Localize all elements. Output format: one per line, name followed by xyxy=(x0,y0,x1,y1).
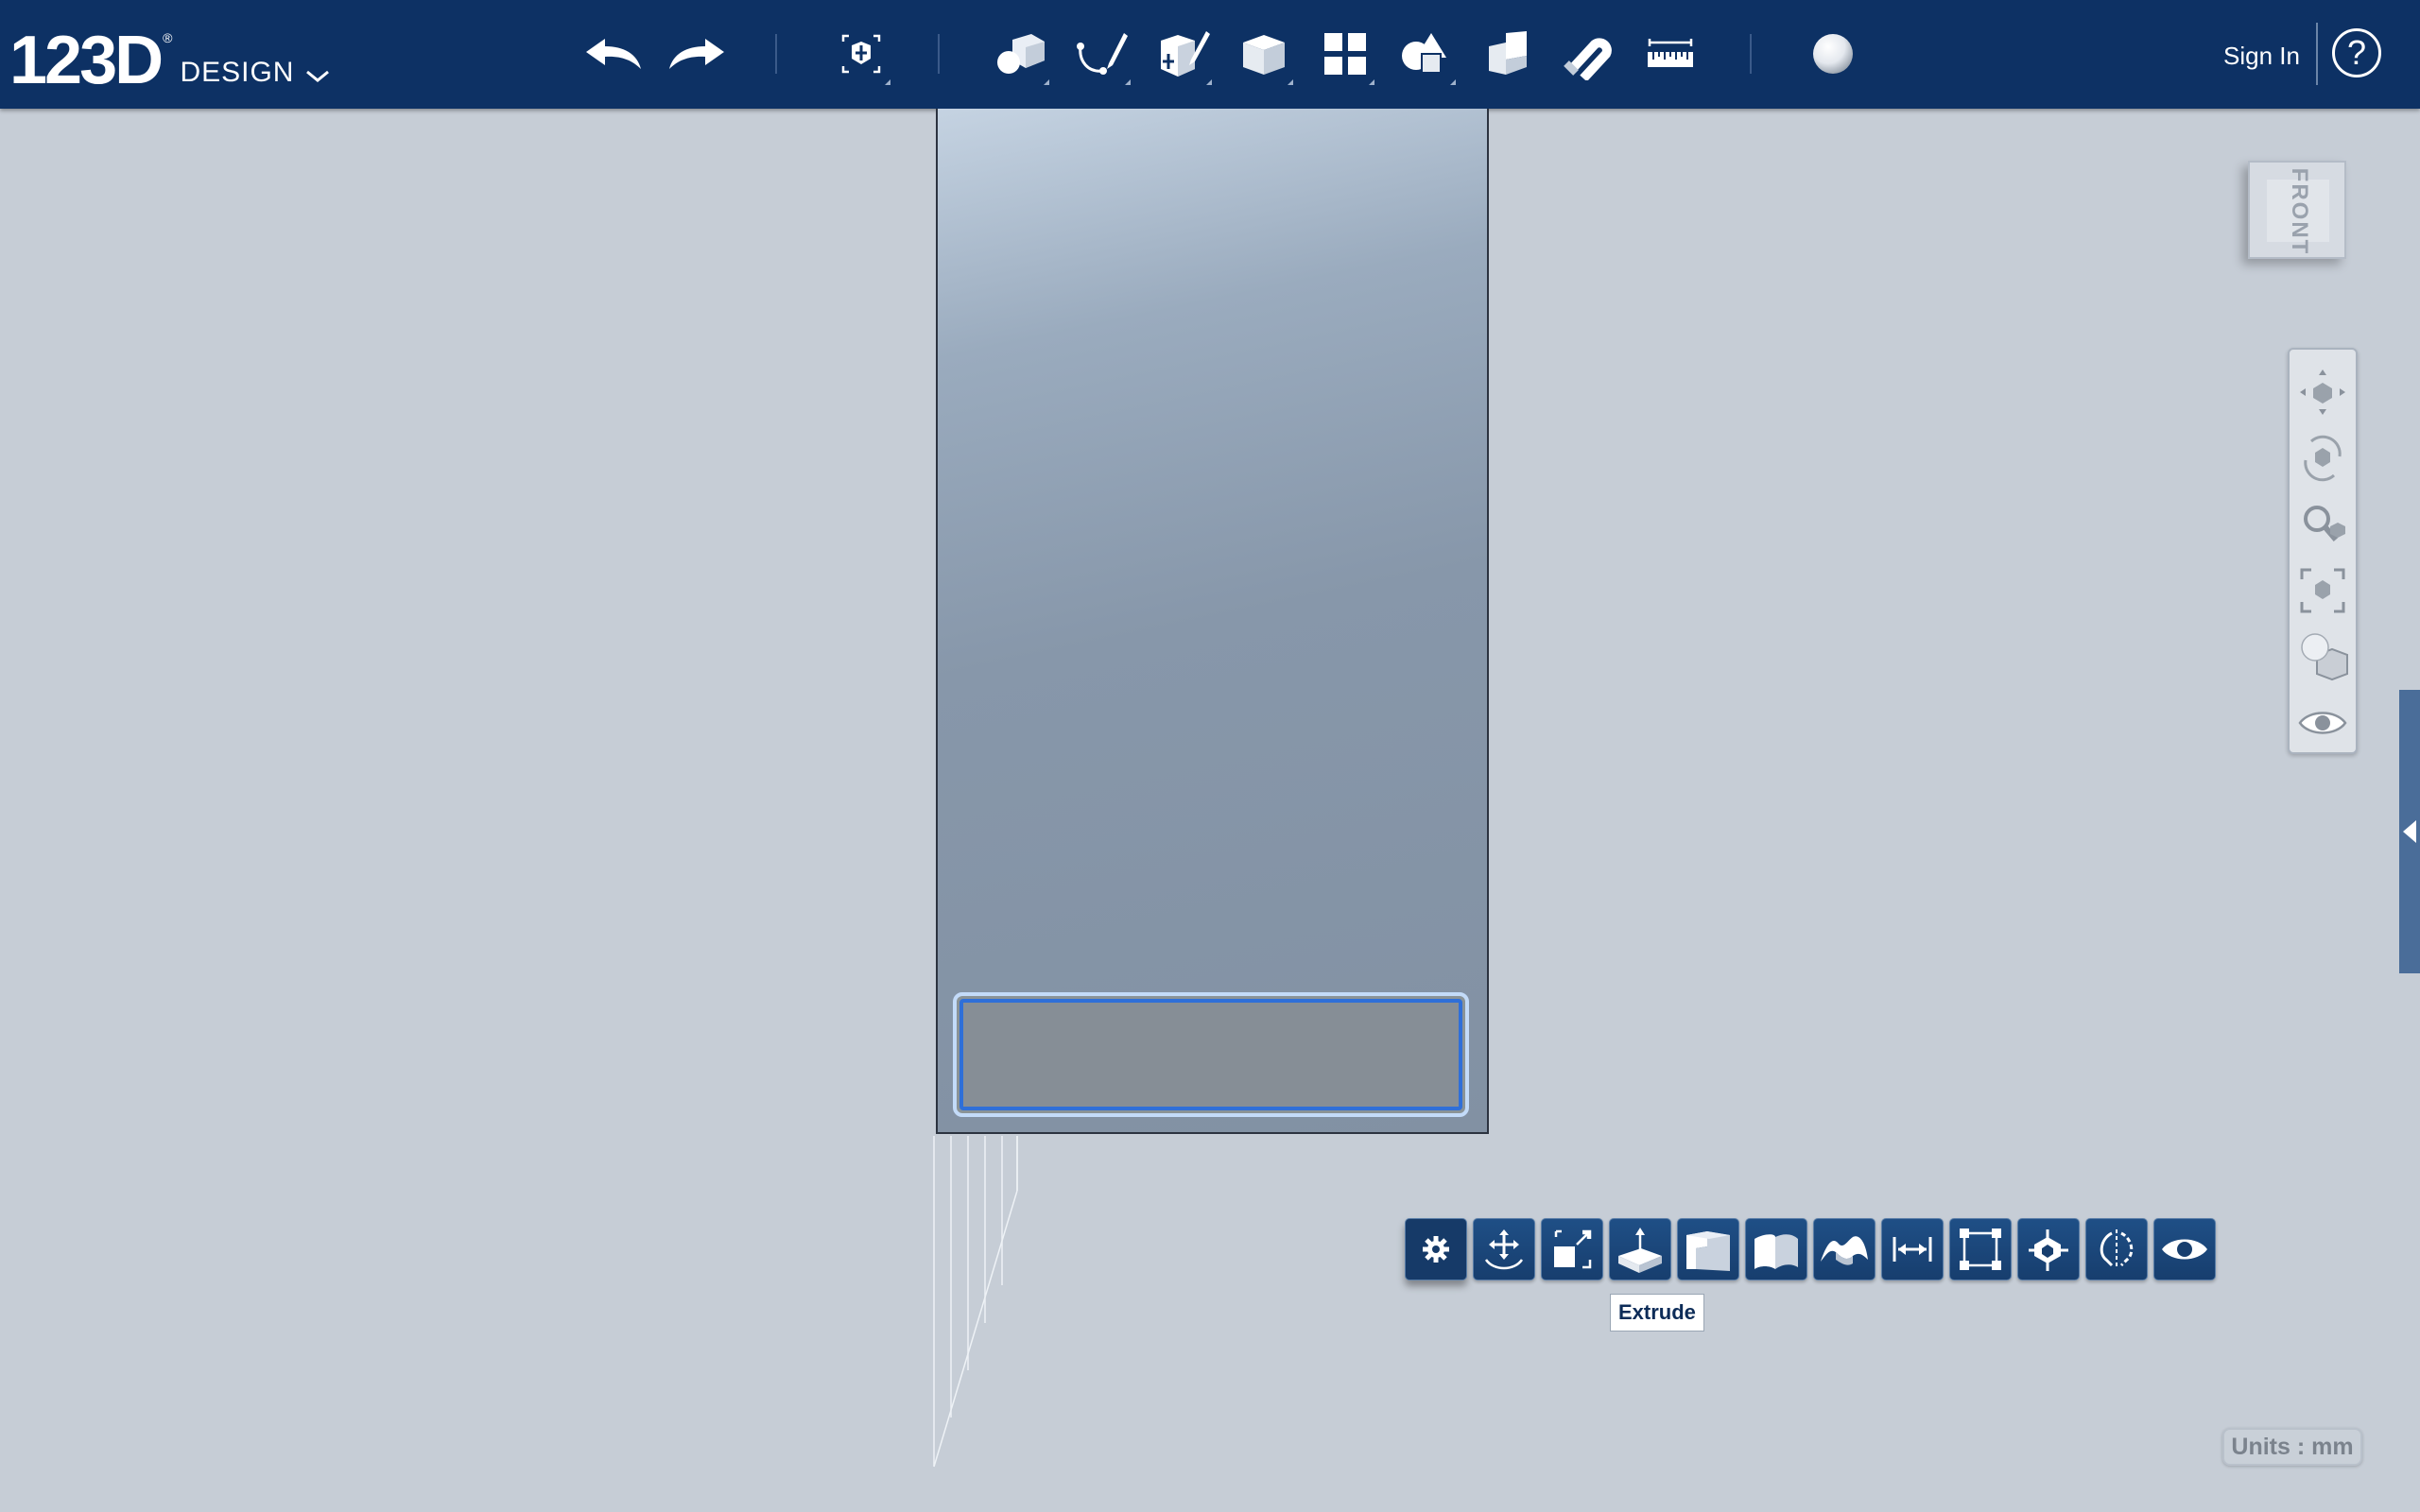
view-cube-label: FRONT xyxy=(2287,167,2312,256)
construct-icon xyxy=(1161,31,1210,77)
zoom-button[interactable] xyxy=(2293,495,2352,554)
material-icon xyxy=(1813,34,1853,74)
navigation-bar xyxy=(2288,348,2358,754)
toolbar-divider xyxy=(1750,34,1752,74)
material-button[interactable] xyxy=(1800,21,1866,87)
selection-highlight xyxy=(959,999,1462,1110)
toolbar-divider xyxy=(775,34,777,74)
zoom-icon xyxy=(2304,506,2345,541)
submenu-indicator xyxy=(1125,79,1131,85)
undo-button[interactable] xyxy=(580,21,647,87)
submenu-indicator xyxy=(1369,79,1374,85)
loft-button[interactable] xyxy=(1745,1218,1807,1280)
modify-icon xyxy=(1243,35,1285,75)
loft-icon xyxy=(1754,1234,1798,1269)
pan-icon xyxy=(2300,369,2345,415)
bounding-box-button[interactable] xyxy=(1949,1218,2012,1280)
orbit-icon xyxy=(2304,435,2342,482)
tooltip: Extrude xyxy=(1610,1294,1704,1332)
extrude-icon xyxy=(1618,1228,1662,1273)
transform-menu-button[interactable] xyxy=(828,21,894,87)
extrude-button[interactable] xyxy=(1609,1218,1671,1280)
chevron-left-icon xyxy=(2403,820,2416,843)
hide-button[interactable] xyxy=(2153,1218,2216,1280)
sweep-icon xyxy=(1686,1231,1730,1271)
combine-icon xyxy=(2029,1229,2068,1271)
help-button[interactable]: ? xyxy=(2332,28,2381,77)
view-cube-front-face[interactable]: FRONT xyxy=(2248,161,2346,259)
submenu-indicator xyxy=(1288,79,1293,85)
scale-button[interactable] xyxy=(1541,1218,1603,1280)
sign-in-link[interactable]: Sign In xyxy=(2223,42,2300,71)
primitives-icon xyxy=(997,34,1045,74)
logo-registered-mark: ® xyxy=(163,30,173,45)
sweep-button[interactable] xyxy=(1677,1218,1739,1280)
grouping-menu-button[interactable] xyxy=(1393,21,1460,87)
app-logo-menu[interactable]: 123D ® DESIGN xyxy=(9,13,330,94)
combine-menu-button[interactable] xyxy=(1475,21,1541,87)
view-cube[interactable]: FRONT xyxy=(2242,161,2352,265)
combine-icon xyxy=(1489,31,1527,75)
fit-button[interactable] xyxy=(2293,561,2352,620)
submenu-indicator xyxy=(885,79,890,85)
modify-menu-button[interactable] xyxy=(1231,21,1297,87)
primitives-menu-button[interactable] xyxy=(987,21,1053,87)
settings-icon xyxy=(1423,1236,1449,1263)
sketch-icon xyxy=(1077,33,1128,75)
undo-icon xyxy=(586,39,641,69)
selected-face[interactable] xyxy=(953,992,1469,1117)
toolbar-divider xyxy=(2316,23,2318,85)
visibility-button[interactable] xyxy=(2293,694,2352,752)
orbit-button[interactable] xyxy=(2293,429,2352,488)
mirror-icon xyxy=(2100,1229,2134,1269)
redo-icon xyxy=(669,39,724,69)
sketch-menu-button[interactable] xyxy=(1068,21,1134,87)
construct-menu-button[interactable] xyxy=(1150,21,1216,87)
grouping-icon xyxy=(1402,33,1446,74)
chevron-down-icon xyxy=(306,70,330,82)
move-button[interactable] xyxy=(1473,1218,1535,1280)
view-mode-button[interactable] xyxy=(2293,627,2352,686)
transform-icon xyxy=(841,34,881,74)
scale-icon xyxy=(1554,1229,1592,1269)
surface-button[interactable] xyxy=(1813,1218,1876,1280)
snap-button[interactable] xyxy=(1556,21,1622,87)
measure-button[interactable] xyxy=(1637,21,1703,87)
logo-word: DESIGN xyxy=(180,57,295,88)
hide-icon xyxy=(2162,1239,2207,1260)
visibility-icon xyxy=(2298,712,2347,734)
ground-grid xyxy=(933,1136,1018,1468)
boolean-combine-button[interactable] xyxy=(2017,1218,2080,1280)
dimension-button[interactable] xyxy=(1881,1218,1944,1280)
side-panel-toggle[interactable] xyxy=(2399,690,2420,973)
snap-icon xyxy=(1564,38,1612,80)
surface-icon xyxy=(1821,1236,1868,1265)
dimension-icon xyxy=(1893,1237,1932,1262)
move-icon xyxy=(1484,1229,1524,1270)
mirror-button[interactable] xyxy=(2085,1218,2148,1280)
submenu-indicator xyxy=(1044,79,1049,85)
top-toolbar: 123D ® DESIGN Sign In ? xyxy=(0,0,2420,109)
bounding-box-icon xyxy=(1960,1228,2001,1270)
view-mode-icon xyxy=(2301,633,2348,681)
submenu-indicator xyxy=(1450,79,1456,85)
toolbar-divider xyxy=(938,34,940,74)
fit-icon xyxy=(2300,568,2345,613)
logo-number: 123D xyxy=(9,23,164,98)
settings-button[interactable] xyxy=(1405,1218,1467,1280)
pan-button[interactable] xyxy=(2293,363,2352,421)
submenu-indicator xyxy=(1206,79,1212,85)
solid-body[interactable] xyxy=(936,109,1489,1134)
context-toolbar xyxy=(1405,1218,2216,1280)
units-badge[interactable]: Units : mm xyxy=(2222,1428,2362,1466)
redo-button[interactable] xyxy=(664,21,730,87)
measure-icon xyxy=(1648,39,1693,67)
pattern-icon xyxy=(1324,33,1366,75)
pattern-menu-button[interactable] xyxy=(1312,21,1378,87)
